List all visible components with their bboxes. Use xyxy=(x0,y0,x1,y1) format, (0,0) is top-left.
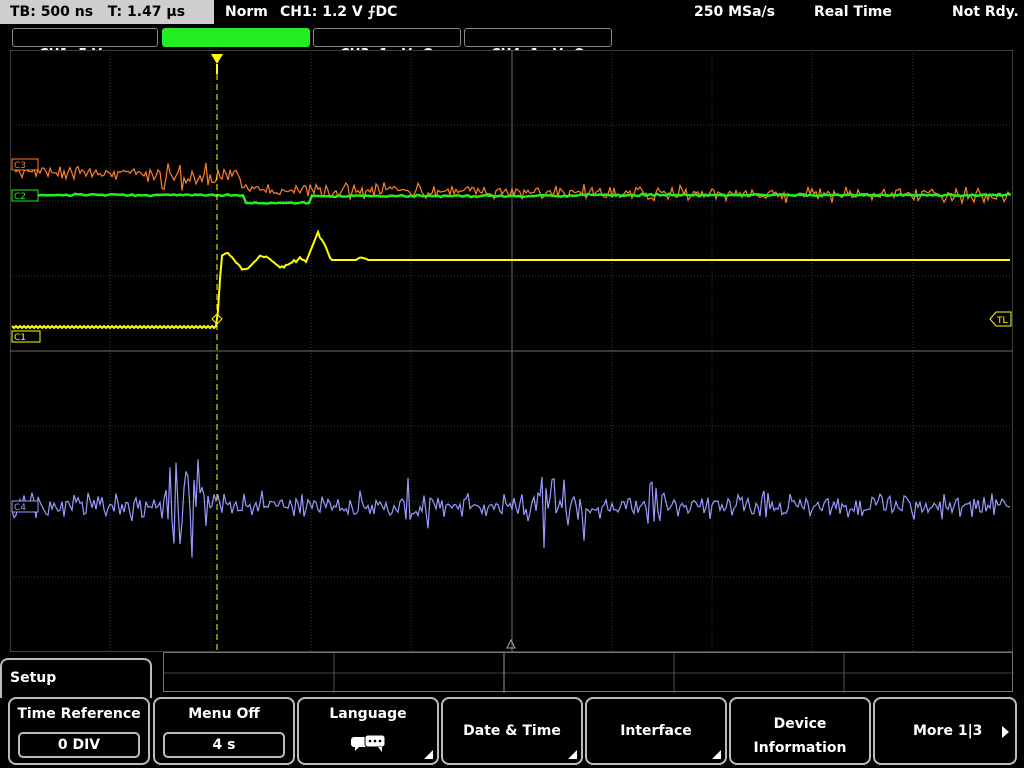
date-time-softkey[interactable]: Date & Time xyxy=(441,697,583,765)
svg-text:C1: C1 xyxy=(14,333,26,343)
ch4-offset-marker[interactable]: C4 xyxy=(11,500,39,513)
menu-off-value[interactable]: 4 s xyxy=(163,732,285,758)
date-time-label: Date & Time xyxy=(463,723,561,739)
ch1-offset-marker[interactable]: C1 xyxy=(11,330,41,343)
interface-softkey[interactable]: Interface xyxy=(585,697,727,765)
ch3-offset-marker[interactable]: C3 xyxy=(11,158,39,171)
time-reference-label: Time Reference xyxy=(17,706,141,722)
channel-tab-ch4[interactable]: CH4: 1mV≅Ω xyxy=(464,28,612,62)
speech-bubbles-icon xyxy=(351,735,386,752)
svg-text:C2: C2 xyxy=(14,192,26,202)
language-label: Language xyxy=(329,706,407,722)
more-softkey[interactable]: More 1|3 xyxy=(873,697,1017,765)
time-reference-softkey[interactable]: Time Reference 0 DIV xyxy=(8,697,150,765)
submenu-corner-icon xyxy=(568,750,577,759)
channel-tab-ch2[interactable]: CH2: 20 mV≅Ω xyxy=(162,28,310,62)
svg-text:C3: C3 xyxy=(14,161,26,171)
svg-text:C4: C4 xyxy=(14,503,26,513)
device-information-label: Device Information xyxy=(753,716,847,756)
language-softkey[interactable]: Language xyxy=(297,697,439,765)
zoom-overview-strip xyxy=(163,652,1014,693)
trigger-info[interactable]: CH1: 1.2 V ⨍DC xyxy=(280,0,397,24)
channel-tab-ch1[interactable]: CH1: 5 V≅ xyxy=(12,28,158,62)
menu-off-softkey[interactable]: Menu Off 4 s xyxy=(153,697,295,765)
status-bar: TB: 500 ns T: 1.47 μs Norm CH1: 1.2 V ⨍D… xyxy=(0,0,1024,26)
acquisition-state: Not Rdy. xyxy=(952,4,1019,20)
menu-title-tab[interactable]: Setup xyxy=(0,658,152,698)
ch2-offset-marker[interactable]: C2 xyxy=(11,189,39,202)
menu-title: Setup xyxy=(10,670,57,686)
submenu-corner-icon xyxy=(712,750,721,759)
sample-rate: 250 MSa/s xyxy=(694,4,776,20)
svg-text:TL: TL xyxy=(996,316,1008,326)
acquisition-mode[interactable]: Real Time xyxy=(814,0,892,24)
timebase-readout[interactable]: TB: 500 ns T: 1.47 μs xyxy=(0,0,214,24)
device-information-softkey[interactable]: Device Information xyxy=(729,697,871,765)
more-label: More 1|3 xyxy=(913,723,983,739)
time-reference-value[interactable]: 0 DIV xyxy=(18,732,140,758)
waveform-display[interactable]: C3 C2 C1 C4 TL xyxy=(10,50,1013,652)
trigger-mode[interactable]: Norm xyxy=(225,0,268,24)
submenu-corner-icon xyxy=(424,750,433,759)
next-page-icon xyxy=(1002,726,1009,738)
interface-label: Interface xyxy=(620,723,692,739)
channel-tab-ch3[interactable]: CH3: 1mV≅Ω xyxy=(313,28,461,62)
menu-off-label: Menu Off xyxy=(188,706,260,722)
